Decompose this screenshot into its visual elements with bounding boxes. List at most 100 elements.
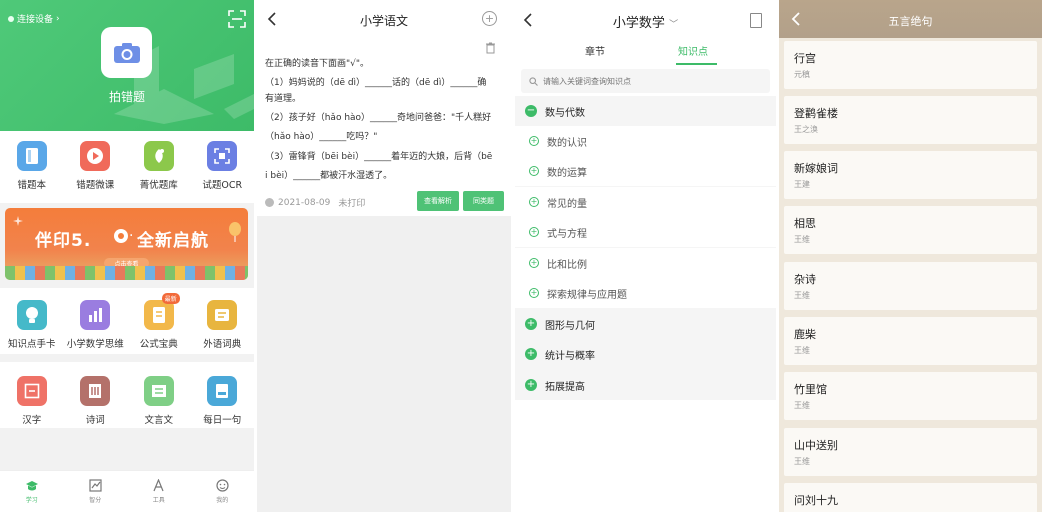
feature-label: 小学数学思维 (66, 339, 124, 350)
library-icon (143, 141, 174, 171)
tab-chapter[interactable]: 章节 (585, 43, 605, 58)
new-badge: 最新 (161, 293, 180, 304)
poem-card[interactable]: 山中送别 王维 (784, 428, 1037, 476)
question-line: （1）妈妈说的（dē dì）______话的（dē dì）______确 (265, 78, 487, 88)
feature-label: 公式宝典 (139, 339, 178, 350)
profile-icon (216, 479, 229, 492)
feature-grid-row1: 错题本 错题微课 菁优题库 试题OCR (0, 131, 254, 203)
question-card: 在正确的读音下面画"√"。 （1）妈妈说的（dē dì）______话的（dē … (257, 38, 511, 216)
similar-question-button[interactable]: 同类题 (463, 191, 504, 211)
question-line: （3）雷锋背（bēi bèi）______着年迈的大娘，后背（bē (265, 152, 493, 162)
poem-author: 王建 (794, 180, 810, 189)
banner-text-left: 伴印5. (35, 231, 92, 251)
poem-card[interactable]: 新嫁娘词 王建 (784, 151, 1037, 199)
document-icon[interactable] (750, 13, 762, 28)
feature-ocr[interactable]: 试题OCR (191, 141, 255, 203)
clock-icon (265, 198, 274, 207)
expand-icon: + (529, 166, 539, 176)
question-line: （hǎo hào）______吃吗？" (265, 132, 378, 142)
tree-label: 探索规律与应用题 (547, 289, 627, 301)
trash-icon[interactable] (485, 42, 496, 54)
page-title: 小学语文 (359, 14, 408, 28)
feature-label: 汉字 (22, 415, 42, 426)
expand-icon: + (525, 348, 537, 360)
study-icon (25, 480, 38, 490)
tree-node-sub[interactable]: + 探索规律与应用题 (515, 278, 776, 308)
banner-text-right: 全新启航 (137, 231, 209, 251)
tab-label: 我的 (216, 497, 229, 504)
feature-classical-chinese[interactable]: 文言文 (127, 376, 191, 428)
feature-error-video[interactable]: 错题微课 (64, 141, 128, 203)
scan-icon[interactable] (228, 10, 246, 28)
page-title: 小学数学 (612, 16, 665, 31)
poem-card[interactable]: 鹿柴 王维 (784, 317, 1037, 365)
camera-button[interactable] (101, 27, 152, 78)
poem-card[interactable]: 行宫 元稹 (784, 41, 1037, 89)
chart-icon (80, 300, 111, 330)
tree-node-sub[interactable]: + 比和比例 (515, 248, 776, 278)
print-status: 未打印 (338, 199, 366, 209)
view-answer-button[interactable]: 查看解析 (417, 191, 459, 211)
question-line: 在正确的读音下面画"√"。 (265, 59, 370, 69)
feature-math-thinking[interactable]: 小学数学思维 (64, 300, 128, 354)
tree-node-top[interactable]: + 拓展提高 (515, 370, 776, 400)
poem-title: 行宫 (794, 52, 816, 65)
search-box (521, 69, 770, 93)
feature-error-book[interactable]: 错题本 (0, 141, 64, 203)
poem-card[interactable]: 登鹳雀楼 王之涣 (784, 96, 1037, 144)
math-knowledge-screen: 小学数学 ﹀ 章节 知识点 − 数与代数 + 数的认识 + 数的运算 (515, 0, 776, 512)
poem-card[interactable]: 问刘十九 (784, 483, 1037, 512)
tab-profile[interactable]: 我的 (191, 471, 255, 512)
search-icon (529, 76, 538, 86)
feature-hanzi[interactable]: 汉字 (0, 376, 64, 428)
tree-label: 统计与概率 (545, 350, 595, 362)
poem-author: 王之涣 (794, 125, 818, 134)
tree-node-top[interactable]: + 图形与几何 (515, 309, 776, 339)
page-title: 五言绝句 (888, 15, 933, 28)
feature-question-bank[interactable]: 菁优题库 (127, 141, 191, 203)
poem-author: 元稹 (794, 70, 810, 79)
device-status-icon (8, 15, 14, 22)
search-input[interactable] (543, 76, 743, 86)
tree-node-sub[interactable]: + 常见的量 (515, 187, 776, 217)
feature-knowledge-cards[interactable]: 知识点手卡 (0, 300, 64, 354)
score-icon (89, 479, 102, 492)
feature-dictionary[interactable]: 外语词典 (191, 300, 255, 354)
poem-title: 竹里馆 (794, 383, 827, 396)
tab-score[interactable]: 智分 (64, 471, 128, 512)
feature-label: 错题本 (17, 180, 46, 191)
expand-icon: + (529, 136, 539, 146)
poem-card[interactable]: 竹里馆 王维 (784, 372, 1037, 420)
poem-card[interactable]: 杂诗 王维 (784, 262, 1037, 310)
feature-label: 试题OCR (202, 180, 243, 191)
feature-label: 菁优题库 (139, 180, 178, 191)
feature-daily-sentence[interactable]: 每日一句 (191, 376, 255, 428)
tree-node-sub[interactable]: + 数的运算 (515, 156, 776, 186)
hanzi-icon (16, 376, 47, 406)
question-line: 有道理。 (265, 94, 302, 104)
poem-title: 山中送别 (794, 439, 838, 452)
dictionary-icon (207, 300, 238, 330)
tools-icon (153, 479, 164, 492)
connect-device-link[interactable]: 连接设备 › (8, 12, 60, 25)
expand-icon: + (529, 288, 539, 298)
promo-banner[interactable]: 伴印5. · 全新启航 点击查看 (5, 208, 248, 280)
tree-node-sub[interactable]: + 数的认识 (515, 126, 776, 156)
subject-selector[interactable]: 小学数学 ﹀ (515, 12, 776, 31)
tab-study[interactable]: 学习 (0, 471, 64, 512)
nav-header: 小学语文 + (257, 0, 511, 38)
tab-tools[interactable]: 工具 (127, 471, 191, 512)
poem-card[interactable]: 相思 王维 (784, 206, 1037, 254)
tree-node-sub[interactable]: + 式与方程 (515, 217, 776, 247)
banner-separator: · (129, 228, 134, 244)
screenshot-collage: 连接设备 › 拍错题 错题本 错题微课 菁优题库 试题OCR 伴印5. · 全新… (0, 0, 1042, 512)
feature-formula-book[interactable]: 最新 公式宝典 (127, 293, 191, 354)
hero-header: 连接设备 › 拍错题 (0, 0, 254, 131)
add-circle-icon[interactable]: + (482, 11, 497, 26)
tree-node-top[interactable]: − 数与代数 (515, 96, 776, 126)
feature-grid-row2: 知识点手卡 小学数学思维 最新 公式宝典 外语词典 (0, 288, 254, 354)
tree-node-top[interactable]: + 统计与概率 (515, 339, 776, 369)
feature-poetry[interactable]: 诗词 (64, 376, 128, 428)
tab-knowledge[interactable]: 知识点 (678, 43, 708, 58)
collapse-icon: − (525, 105, 537, 117)
